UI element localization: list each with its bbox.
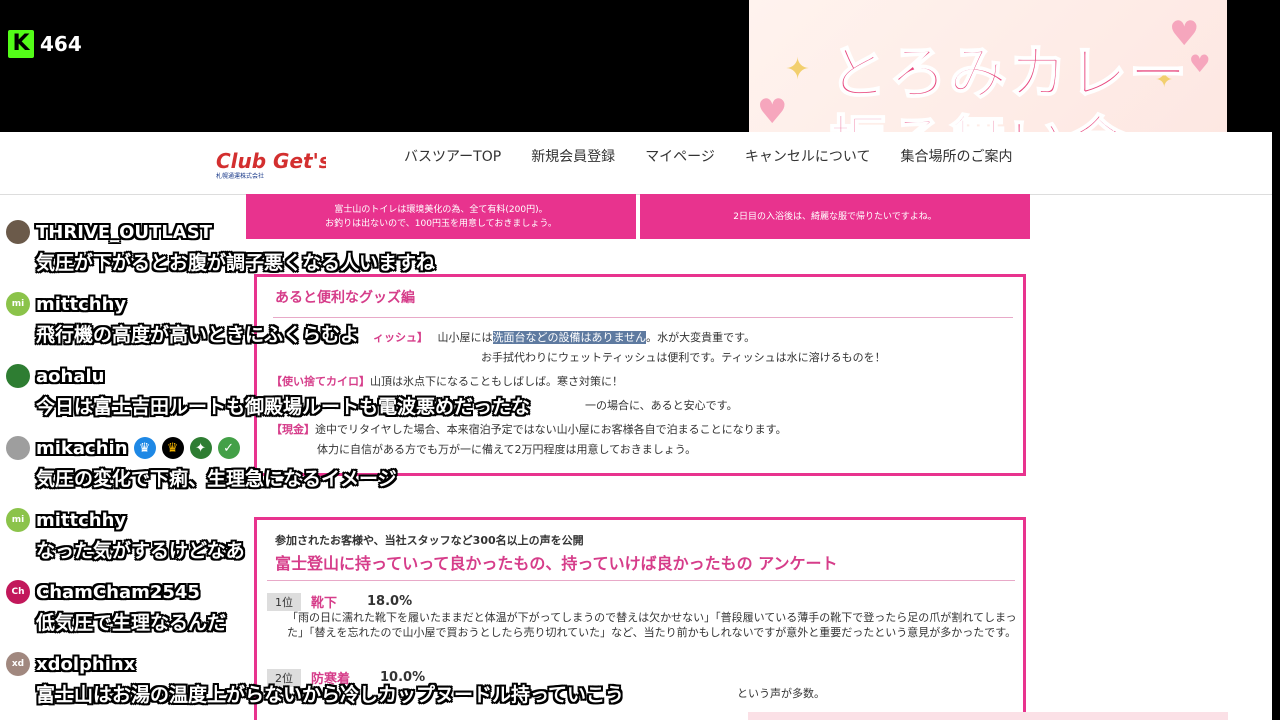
nav-meeting-place[interactable]: 集合場所のご案内 xyxy=(901,146,1013,166)
viewer-count-value: 464 xyxy=(40,32,82,56)
chat-username: mittchhy xyxy=(36,293,127,315)
chat-message: aohalu 今日は富士吉田ルートも御殿場ルートも電波悪めだったな xyxy=(6,364,530,419)
chat-text: 気圧が下がるとお腹が調子悪くなる人いますね xyxy=(36,252,436,274)
sparkle-icon: ✦ xyxy=(785,52,811,87)
chat-username: THRIVE_OUTLAST xyxy=(36,221,212,243)
avatar xyxy=(6,220,30,244)
nav-cancel[interactable]: キャンセルについて xyxy=(745,146,871,166)
chat-text: なった気がするけどなあ xyxy=(36,540,245,562)
chat-username: mikachin xyxy=(36,437,128,459)
avatar: xd xyxy=(6,652,30,676)
chat-text: 低気圧で生理なるんだ xyxy=(36,612,227,634)
chat-message: xd xdolphinx 富士山はお湯の温度上がらないから冷しカップヌードル持って… xyxy=(6,652,624,707)
chat-text: 富士山はお湯の温度上がらないから冷しカップヌードル持っていこう xyxy=(36,684,625,706)
crown-gold-icon: ♛ xyxy=(161,437,184,459)
chat-username: aohalu xyxy=(36,365,105,387)
nav-mypage[interactable]: マイページ xyxy=(645,146,715,166)
avatar xyxy=(6,364,30,388)
chat-overlay: THRIVE_OUTLAST 気圧が下がるとお腹が調子悪くなる人いますね mi m… xyxy=(0,216,760,720)
main-nav: バスツアーTOP 新規会員登録 マイページ キャンセルについて 集合場所のご案内 xyxy=(404,146,1013,166)
nav-bus-tour-top[interactable]: バスツアーTOP xyxy=(404,146,501,166)
chat-text: 気圧の変化で下痢、生理急になるイメージ xyxy=(36,468,397,490)
chat-message: mi mittchhy なった気がするけどなあ xyxy=(6,508,245,563)
chat-username: mittchhy xyxy=(36,509,127,531)
chat-username: ChamCham2545 xyxy=(36,581,200,603)
svg-text:札幌通運株式会社: 札幌通運株式会社 xyxy=(216,172,264,180)
kick-logo-icon: K xyxy=(8,30,34,58)
star-icon: ✦ xyxy=(189,437,212,459)
svg-text:Club Get's: Club Get's xyxy=(216,149,326,173)
avatar: mi xyxy=(6,508,30,532)
chat-message: Ch ChamCham2545 低気圧で生理なるんだ xyxy=(6,580,226,635)
chat-username: xdolphinx xyxy=(36,653,136,675)
chat-message: THRIVE_OUTLAST 気圧が下がるとお腹が調子悪くなる人いますね xyxy=(6,220,435,275)
avatar: mi xyxy=(6,292,30,316)
nav-register[interactable]: 新規会員登録 xyxy=(531,146,615,166)
rank-2-text: という声が多数。 xyxy=(737,687,825,700)
chat-text: 今日は富士吉田ルートも御殿場ルートも電波悪めだったな xyxy=(36,396,531,418)
chat-message: mi mittchhy 飛行機の高度が高いときにふくらむよ xyxy=(6,292,359,347)
heart-icon: ♥ xyxy=(757,92,788,132)
club-gets-logo[interactable]: Club Get's 札幌通運株式会社 xyxy=(214,144,326,180)
heart-icon: ♥ xyxy=(1189,50,1211,78)
chat-message: mikachin ♛ ♛ ✦ ✓ 気圧の変化で下痢、生理急になるイメージ xyxy=(6,436,397,491)
site-header: Club Get's 札幌通運株式会社 バスツアーTOP 新規会員登録 マイペー… xyxy=(0,132,1272,195)
banner-bottom-strip xyxy=(748,712,1228,720)
chat-text: 飛行機の高度が高いときにふくらむよ xyxy=(36,324,360,346)
avatar: Ch xyxy=(6,580,30,604)
viewer-count: K 464 xyxy=(8,30,82,58)
crown-icon: ♛ xyxy=(133,437,156,459)
event-banner: ♥ ♥ ♥ ✦ ✦ とろみカレー 振る舞い会 xyxy=(749,0,1227,140)
check-icon: ✓ xyxy=(217,437,240,459)
avatar xyxy=(6,436,30,460)
